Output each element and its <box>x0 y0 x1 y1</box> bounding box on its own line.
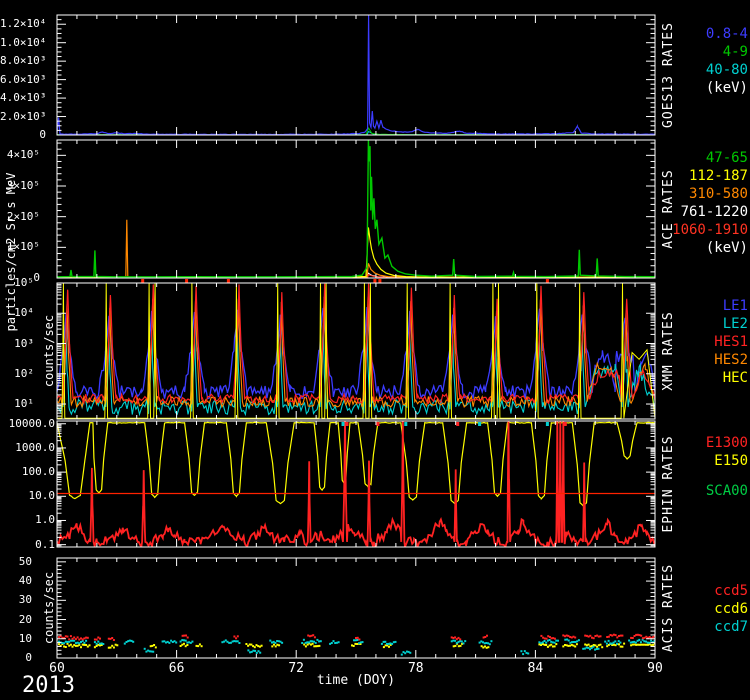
panel-xmm-series <box>56 283 655 418</box>
flag-mark <box>342 422 345 426</box>
plot-canvas <box>0 0 750 700</box>
multi-panel-radiation-plot: GOES13 RATES ACE RATES XMM RATES EPHIN R… <box>0 0 750 700</box>
flag-mark <box>378 279 381 283</box>
series-LE2 <box>57 325 655 414</box>
series-310-580 <box>57 220 655 278</box>
series-0.8-4 <box>57 15 655 135</box>
series-47-65 <box>57 140 655 277</box>
panel-ephin-series <box>57 420 657 548</box>
flag-mark <box>456 422 459 426</box>
flag-mark <box>404 422 407 426</box>
panel-goes13-series <box>57 15 655 135</box>
panel-ace-series <box>57 140 655 278</box>
flag-mark <box>346 422 349 426</box>
panel-acis-series <box>58 634 656 656</box>
flag-mark <box>564 422 567 426</box>
flag-mark <box>546 422 549 426</box>
flag-mark <box>141 279 144 283</box>
series-LE1 <box>56 307 655 399</box>
flag-mark <box>546 279 549 283</box>
series-112-187 <box>57 227 655 277</box>
flag-mark <box>185 279 188 283</box>
flag-mark <box>376 422 379 426</box>
panel-ace-frame <box>57 140 655 278</box>
panel-goes13-frame <box>57 15 655 135</box>
flag-mark <box>373 279 376 283</box>
flag-mark <box>227 279 230 283</box>
flag-mark <box>478 422 481 426</box>
series-HES1 <box>57 284 655 404</box>
